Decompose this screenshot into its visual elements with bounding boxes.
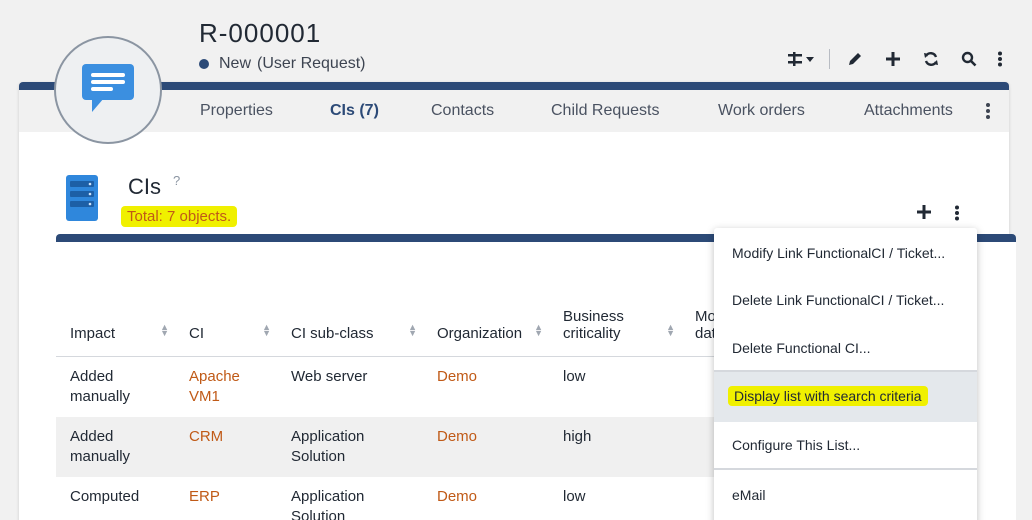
column-header-impact[interactable]: Impact ▲ ▼ — [56, 292, 175, 357]
page-title: R-000001 — [199, 18, 322, 48]
tab-cis[interactable]: CIs (7) — [330, 102, 379, 120]
column-header-business-criticality[interactable]: Business criticality ▲ ▼ — [549, 292, 681, 357]
total-count: Total: 7 objects. — [121, 206, 238, 227]
tab-properties[interactable]: Properties — [200, 102, 273, 120]
cell-impact: Added manually — [70, 367, 131, 405]
add-ci-button[interactable] — [916, 204, 932, 225]
column-header-ci-subclass[interactable]: CI sub-class ▲ ▼ — [277, 292, 423, 357]
sort-icon[interactable]: ▲ ▼ — [534, 322, 543, 337]
refresh-icon — [924, 52, 938, 66]
more-actions-button[interactable] — [988, 46, 1012, 72]
search-icon — [961, 51, 977, 67]
ci-link[interactable]: Apache VM1 — [175, 356, 277, 417]
cell-criticality: low — [563, 367, 586, 385]
cell-subclass: Application Solution — [277, 416, 423, 477]
chevron-down-icon — [806, 57, 814, 62]
organization-link[interactable]: Demo — [423, 477, 549, 520]
more-vertical-icon — [955, 205, 959, 221]
ci-link[interactable]: CRM — [175, 416, 277, 477]
object-avatar — [54, 36, 162, 144]
tabs-more-button[interactable] — [985, 102, 991, 125]
header-toolbar — [779, 46, 1012, 72]
new-button[interactable] — [874, 46, 912, 72]
status-label: New — [219, 55, 252, 72]
sort-icon[interactable]: ▲ ▼ — [408, 322, 417, 337]
tab-attachments[interactable]: Attachments — [864, 102, 953, 120]
cell-criticality: low — [563, 487, 586, 505]
cell-impact: Computed — [70, 487, 140, 505]
plus-icon — [917, 205, 931, 219]
menu-item-modify-link[interactable]: Modify Link FunctionalCI / Ticket... — [714, 245, 977, 261]
server-icon — [66, 175, 98, 226]
column-header-organization[interactable]: Organization ▲ ▼ — [423, 292, 549, 357]
menu-item-label: Display list with search criteria — [728, 386, 928, 406]
status-detail: (User Request) — [257, 55, 366, 72]
status-line: New (User Request) — [199, 55, 366, 73]
tab-child-requests[interactable]: Child Requests — [551, 102, 660, 120]
more-vertical-icon — [986, 103, 990, 119]
menu-item-delete-functional-ci[interactable]: Delete Functional CI... — [714, 340, 977, 356]
status-dot-icon — [199, 59, 209, 69]
tab-contacts[interactable]: Contacts — [431, 102, 494, 120]
organization-link[interactable]: Demo — [423, 416, 549, 477]
cell-impact: Added manually — [56, 416, 175, 477]
plus-icon — [886, 52, 900, 66]
column-header-ci[interactable]: CI ▲ ▼ — [175, 292, 277, 357]
tab-bar: Properties CIs (7) Contacts Child Reques… — [19, 90, 1009, 132]
toolbar-separator — [829, 49, 830, 69]
chat-bubble-icon — [82, 64, 134, 112]
sort-icon[interactable]: ▲ ▼ — [160, 322, 169, 337]
sort-icon[interactable]: ▲ ▼ — [262, 322, 271, 337]
refresh-button[interactable] — [912, 46, 950, 72]
search-button[interactable] — [950, 46, 988, 72]
section-title: CIs — [128, 174, 161, 199]
cell-subclass: Application Solution — [291, 487, 365, 520]
pencil-icon — [849, 53, 861, 65]
transition-icon — [788, 52, 814, 66]
list-actions-menu: Modify Link FunctionalCI / Ticket... Del… — [714, 228, 977, 520]
sort-icon[interactable]: ▲ ▼ — [666, 322, 675, 337]
cell-subclass: Web server — [291, 367, 368, 385]
menu-item-delete-link[interactable]: Delete Link FunctionalCI / Ticket... — [714, 292, 977, 308]
ci-link[interactable]: ERP — [175, 477, 277, 520]
help-icon[interactable]: ? — [173, 173, 180, 188]
cell-criticality: high — [549, 416, 681, 477]
more-vertical-icon — [998, 51, 1002, 67]
menu-item-configure-list[interactable]: Configure This List... — [714, 437, 977, 453]
organization-link[interactable]: Demo — [423, 356, 549, 417]
edit-button[interactable] — [836, 46, 874, 72]
list-actions-button[interactable] — [954, 205, 960, 226]
menu-item-email[interactable]: eMail — [714, 487, 977, 503]
tab-work-orders[interactable]: Work orders — [718, 102, 805, 120]
transition-menu-button[interactable] — [779, 46, 823, 72]
menu-item-display-list-search[interactable]: Display list with search criteria — [714, 372, 977, 422]
menu-separator — [714, 468, 977, 470]
